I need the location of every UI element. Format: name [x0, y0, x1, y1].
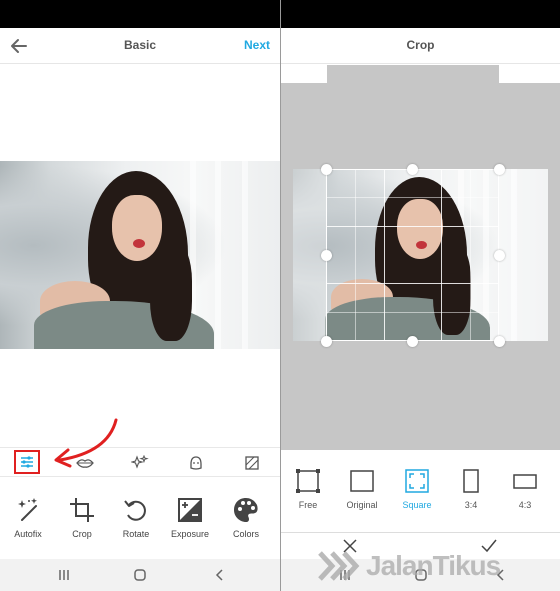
ratio-3-4-label: 3:4 [464, 500, 478, 510]
texture-tab[interactable] [240, 452, 264, 474]
face-icon [190, 456, 202, 470]
crop-handle-bottom-right[interactable] [494, 336, 505, 347]
crop-handle-bottom-left[interactable] [321, 336, 332, 347]
tool-bar: Autofix Crop Rotate Exposure Colors [0, 488, 280, 550]
autofix-label: Autofix [14, 529, 42, 539]
adjust-tab[interactable] [14, 450, 40, 474]
status-bar [281, 0, 560, 28]
adjust-sliders-icon [21, 456, 33, 468]
colors-tool[interactable]: Colors [218, 488, 274, 550]
crop-handle-top-left[interactable] [321, 164, 332, 175]
page-title: Basic [123, 38, 157, 52]
crop-notch-right [499, 65, 560, 83]
recent-apps-icon[interactable] [56, 567, 72, 583]
autofix-tool[interactable]: Autofix [0, 488, 56, 550]
exposure-icon [178, 498, 202, 522]
jalantikus-logo-icon [318, 551, 360, 581]
crop-notch-left [281, 65, 327, 83]
crop-handle-bottom-middle[interactable] [407, 336, 418, 347]
crop-label: Crop [72, 529, 92, 539]
ratio-4-3[interactable]: 4:3 [499, 458, 551, 522]
crop-handle-middle-right[interactable] [494, 250, 505, 261]
magic-wand-icon [18, 498, 37, 521]
grid-line-h2 [326, 283, 499, 284]
edited-photo [0, 161, 280, 349]
ratio-4-3-label: 4:3 [518, 500, 532, 510]
grid-line-h4 [326, 312, 499, 313]
crop-tool[interactable]: Crop [54, 488, 110, 550]
lips-icon [76, 459, 94, 468]
crop-frame[interactable] [326, 169, 499, 341]
ratio-original-label: Original [346, 500, 378, 510]
status-bar [0, 0, 280, 28]
crop-portrait-icon [463, 469, 479, 493]
grid-line-v1 [384, 169, 385, 341]
outside-crop-right [499, 169, 548, 341]
ratio-3-4[interactable]: 3:4 [445, 458, 497, 522]
grid-line-h3 [326, 197, 499, 198]
crop-handle-middle-left[interactable] [321, 250, 332, 261]
exposure-label: Exposure [170, 529, 210, 539]
grid-line-h1 [326, 226, 499, 227]
crop-free-icon [296, 469, 320, 493]
next-button[interactable]: Next [244, 38, 270, 52]
basic-editor-screen: Basic Next Autofix Crop Rotate Exposure … [0, 0, 280, 591]
top-bar: Crop [281, 28, 560, 64]
sparkle-icon [131, 455, 149, 469]
exposure-tool[interactable]: Exposure [162, 488, 218, 550]
jalantikus-watermark: JalanTikus [318, 548, 501, 584]
crop-icon [70, 498, 94, 522]
crop-workspace [281, 65, 560, 450]
texture-icon [245, 456, 259, 470]
back-nav-icon[interactable] [212, 567, 228, 583]
ratio-free[interactable]: Free [282, 458, 334, 522]
crop-square-icon [405, 469, 429, 493]
crop-handle-top-middle[interactable] [407, 164, 418, 175]
grid-line-v4 [470, 169, 471, 341]
rotate-tool[interactable]: Rotate [108, 488, 164, 550]
lips-tab[interactable] [73, 452, 97, 474]
rotate-label: Rotate [122, 529, 150, 539]
home-icon[interactable] [132, 567, 148, 583]
effects-tab[interactable] [128, 452, 152, 474]
aspect-ratio-bar: Free Original Square 3:4 4:3 [281, 458, 560, 522]
adjust-category-bar [0, 447, 280, 477]
crop-handle-top-right[interactable] [494, 164, 505, 175]
ratio-free-label: Free [298, 500, 318, 510]
system-nav-bar [0, 559, 280, 591]
ratio-square[interactable]: Square [391, 458, 443, 522]
crop-landscape-icon [513, 474, 537, 489]
ratio-original[interactable]: Original [336, 458, 388, 522]
ratio-square-label: Square [402, 500, 432, 510]
page-title: Crop [406, 38, 435, 52]
watermark-text: JalanTikus [366, 550, 501, 581]
colors-label: Colors [232, 529, 259, 539]
face-tab[interactable] [184, 452, 208, 474]
crop-screen: Crop Free Original Square 3:4 4:3 [281, 0, 560, 591]
crop-original-icon [350, 470, 374, 492]
top-bar: Basic Next [0, 28, 280, 64]
rotate-icon [124, 500, 146, 521]
grid-line-v2 [441, 169, 442, 341]
palette-icon [234, 498, 258, 522]
grid-line-v3 [355, 169, 356, 341]
photo-canvas [0, 65, 280, 445]
